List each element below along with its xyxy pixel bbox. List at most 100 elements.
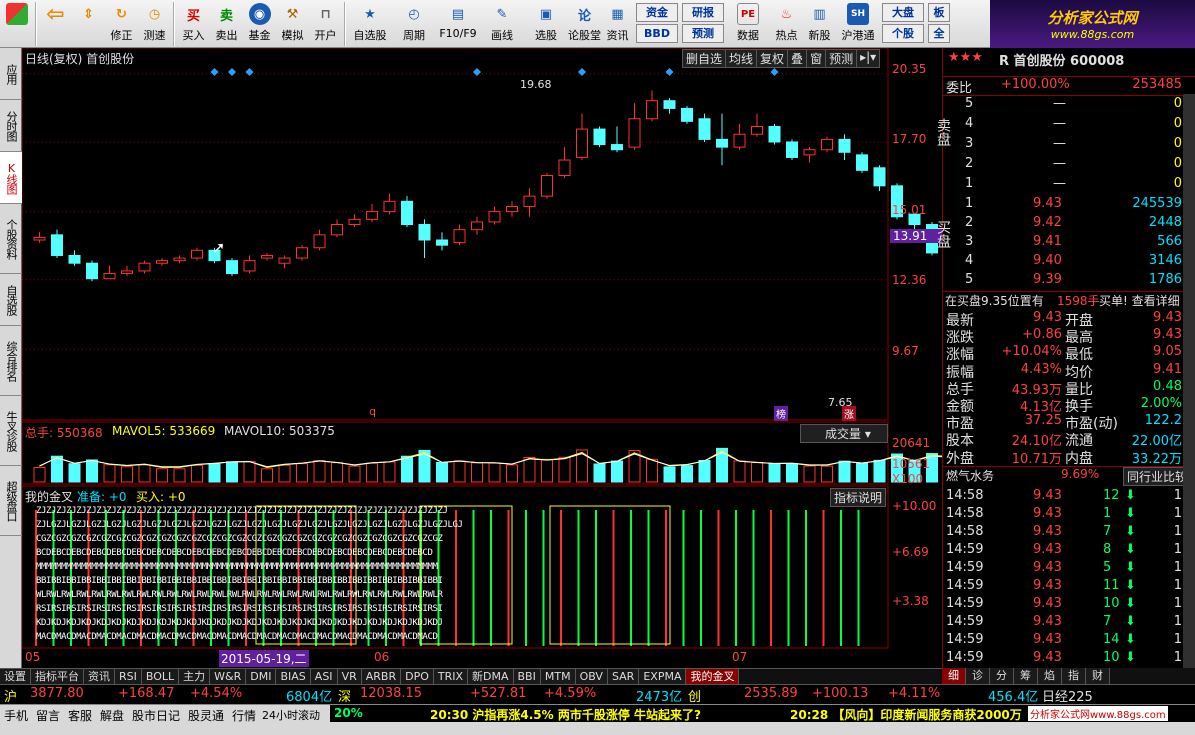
vtab-ranking[interactable]: 综合排名 xyxy=(0,326,22,396)
detail-tab[interactable]: 诊 xyxy=(966,668,990,684)
indicator-tab[interactable]: W&R xyxy=(210,669,247,684)
menu-ma[interactable]: 均线 xyxy=(726,50,758,67)
newstock-button[interactable]: ▥ 新股 xyxy=(803,0,836,46)
sell-order-row[interactable]: 5 — 0 xyxy=(943,96,1195,114)
sell-button[interactable]: 卖卖出 xyxy=(210,0,243,46)
volume-dropdown[interactable]: 成交量 ▾ xyxy=(800,424,888,443)
capital-button[interactable]: 资金 xyxy=(636,3,678,22)
indicator-tab[interactable]: RSI xyxy=(115,669,142,684)
status-gulingtong[interactable]: 股灵通 xyxy=(188,707,224,724)
detail-tab[interactable]: 财 xyxy=(1086,668,1110,684)
vtab-app[interactable]: 应用 xyxy=(0,48,22,100)
indicator-tab[interactable]: EXPMA xyxy=(639,669,687,684)
compare-industry-button[interactable]: 同行业比较 xyxy=(1123,467,1192,486)
buy-order-row[interactable]: 4 9.40 3146 xyxy=(943,253,1195,271)
open-account-button[interactable]: ⊓ 开户 xyxy=(309,0,342,46)
sell-order-row[interactable]: 4 — 0 xyxy=(943,116,1195,134)
menu-adjust[interactable]: 复权 xyxy=(757,50,789,67)
status-analysis[interactable]: 解盘 xyxy=(100,707,124,724)
indicator-tab[interactable]: TRIX xyxy=(433,669,469,684)
simulate-button[interactable]: ⚒ 模拟 xyxy=(276,0,309,46)
pick-stock-button[interactable]: ▣ 选股 xyxy=(524,0,568,46)
sector-button[interactable]: 板 xyxy=(928,3,950,22)
menu-overlay[interactable]: 叠 xyxy=(788,50,808,67)
vtab-timeshare[interactable]: 分时图 xyxy=(0,100,22,152)
updown-button[interactable]: ⇕ xyxy=(72,0,105,46)
vtab-superdisk[interactable]: 超级盘口 xyxy=(0,466,22,536)
forum-button[interactable]: 论论股堂 xyxy=(568,0,601,46)
indicator-tab[interactable]: DMI xyxy=(246,669,277,684)
speedtest-button[interactable]: ◷ 测速 xyxy=(138,0,171,46)
detail-tab[interactable]: 焰 xyxy=(1038,668,1062,684)
status-diary[interactable]: 股市日记 xyxy=(132,707,180,724)
fund-button[interactable]: ◉ 基金 xyxy=(243,0,276,46)
status-phone[interactable]: 手机 xyxy=(4,707,28,724)
status-quotes[interactable]: 行情 xyxy=(232,707,256,724)
indicator-tab[interactable]: SAR xyxy=(607,669,640,684)
period-button[interactable]: ◴ 周期 xyxy=(392,0,436,46)
vtab-kline[interactable]: K线图 xyxy=(0,152,22,204)
sh-value[interactable]: 3877.80 xyxy=(30,686,84,701)
indicator-tab[interactable]: MTM xyxy=(540,669,576,684)
buy-order-row[interactable]: 2 9.42 2448 xyxy=(943,215,1195,233)
sz-value[interactable]: 12038.15 xyxy=(360,686,422,701)
indicator-tab[interactable]: 设置 xyxy=(0,669,31,684)
menu-button[interactable] xyxy=(0,0,33,46)
industry-name[interactable]: 燃气水务 xyxy=(946,467,994,484)
sell-order-row[interactable]: 3 — 0 xyxy=(943,136,1195,154)
research-button[interactable]: 研报 xyxy=(682,3,724,22)
back-button[interactable]: ⇦ xyxy=(39,0,72,46)
buy-order-row[interactable]: 3 9.41 566 xyxy=(943,234,1195,252)
watchlist-button[interactable]: ★ 自选股 xyxy=(348,0,392,46)
vtab-diagnosis[interactable]: 牛叉诊股 xyxy=(0,396,22,466)
news-button[interactable]: ▦ 资讯 xyxy=(601,0,634,46)
indicator-tab[interactable]: BIAS xyxy=(276,669,311,684)
market-button[interactable]: 大盘 xyxy=(882,3,924,22)
menu-del-watch[interactable]: 删自选 xyxy=(683,50,727,67)
status-message[interactable]: 留言 xyxy=(36,707,60,724)
menu-expand-icon[interactable]: ▸|▾ xyxy=(857,50,879,67)
indicator-tab[interactable]: 指标平台 xyxy=(31,669,84,684)
order-detail-link[interactable]: 买单! 查看详细 xyxy=(1099,292,1180,309)
indicator-tab[interactable]: ASI xyxy=(310,669,338,684)
indicator-tab[interactable]: BBI xyxy=(513,669,541,684)
indicator-tab[interactable]: VR xyxy=(337,669,362,684)
hk-connect-button[interactable]: SH 沪港通 xyxy=(836,0,880,46)
vtab-stock-info[interactable]: 个股资料 xyxy=(0,204,22,274)
detail-tab[interactable]: 筹 xyxy=(1014,668,1038,684)
status-service[interactable]: 客服 xyxy=(68,707,92,724)
indicator-tab[interactable]: 主力 xyxy=(179,669,211,684)
detail-tab[interactable]: 细 xyxy=(942,668,966,684)
news-item-1[interactable]: 20:30 沪指再涨4.5% 两市千股涨停 牛站起来了? xyxy=(430,706,701,723)
correct-button[interactable]: ↻ 修正 xyxy=(105,0,138,46)
cy-value[interactable]: 2535.89 xyxy=(744,686,798,701)
buy-button[interactable]: 买买入 xyxy=(177,0,210,46)
forecast-button[interactable]: 预测 xyxy=(682,24,724,43)
buy-order-row[interactable]: 5 9.39 1786 xyxy=(943,272,1195,290)
indicator-tab[interactable]: 新DMA xyxy=(468,669,514,684)
menu-window[interactable]: 窗 xyxy=(807,50,827,67)
draw-button[interactable]: ✎ 画线 xyxy=(480,0,524,46)
detail-tab[interactable]: 指 xyxy=(1062,668,1086,684)
buy-order-row[interactable]: 1 9.43 245539 xyxy=(943,196,1195,214)
individual-button[interactable]: 个股 xyxy=(882,24,924,43)
indicator-tab[interactable]: DPO xyxy=(401,669,434,684)
indicator-tab[interactable]: 我的金叉 xyxy=(686,669,740,684)
vtab-watchlist[interactable]: 自选股 xyxy=(0,274,22,326)
hot-button[interactable]: ♨ 热点 xyxy=(770,0,803,46)
all-button[interactable]: 全 xyxy=(928,24,950,43)
bbd-button[interactable]: BBD xyxy=(636,24,678,43)
data-button[interactable]: PE 数据 xyxy=(726,0,770,46)
f10-button[interactable]: ▤ F10/F9 xyxy=(436,0,480,46)
nikkei-label[interactable]: 日经225 xyxy=(1042,686,1093,705)
menu-forecast[interactable]: 预测 xyxy=(826,50,858,67)
sell-order-row[interactable]: 2 — 0 xyxy=(943,156,1195,174)
indicator-tab[interactable]: ARBR xyxy=(361,669,402,684)
detail-tab[interactable]: 分 xyxy=(990,668,1014,684)
indicator-tab[interactable]: BOLL xyxy=(141,669,180,684)
sell-order-row[interactable]: 1 — 0 xyxy=(943,176,1195,194)
news-item-2[interactable]: 20:28 【风向】印度新闻服务商获2000万 xyxy=(790,706,1022,723)
indicator-tab[interactable]: OBV xyxy=(575,669,608,684)
status-24h[interactable]: 24小时滚动 xyxy=(262,707,320,723)
indicator-tab[interactable]: 资讯 xyxy=(84,669,115,684)
